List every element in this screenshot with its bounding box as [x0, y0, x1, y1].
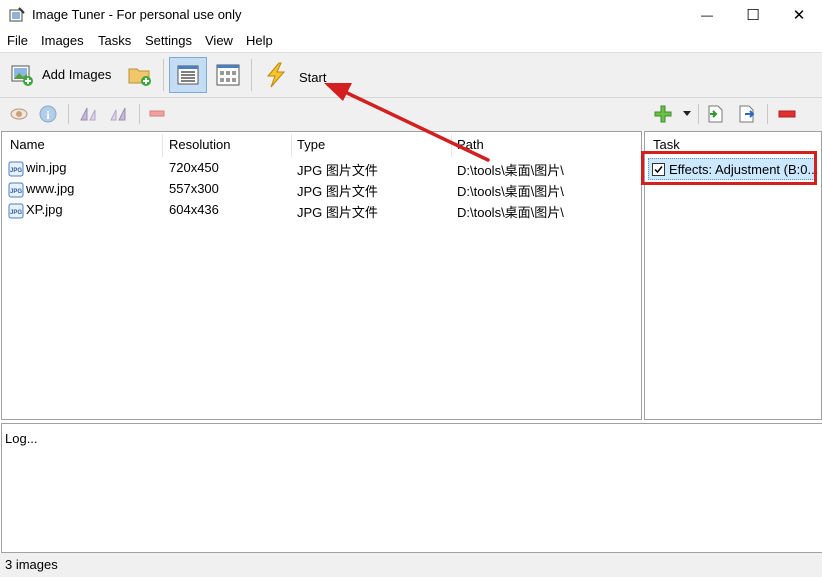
status-bar: 3 images: [0, 553, 822, 577]
log-panel[interactable]: Log...: [1, 423, 822, 553]
status-text: 3 images: [5, 557, 58, 572]
log-text: Log...: [5, 431, 38, 446]
